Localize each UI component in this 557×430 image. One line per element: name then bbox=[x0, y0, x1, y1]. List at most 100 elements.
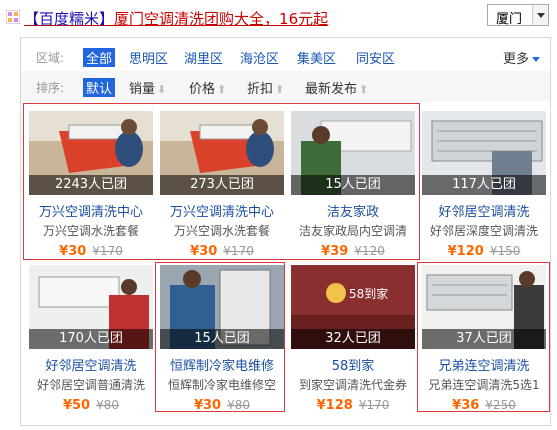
product-desc[interactable]: 好邻居空调普通清洗 bbox=[29, 376, 153, 393]
product-image[interactable]: 58到家 32人已团 bbox=[291, 265, 415, 349]
group-count: 117人已团 bbox=[422, 175, 546, 195]
product-card[interactable]: 15人已团 恒辉制冷家电维修 恒辉制冷家电维修空 ¥30 ¥80 bbox=[160, 265, 284, 415]
group-count: 15人已团 bbox=[160, 329, 284, 349]
sort-discount-label: 折扣 bbox=[247, 82, 274, 97]
price-block: ¥36 ¥250 bbox=[422, 398, 546, 413]
product-title[interactable]: 洁友家政 bbox=[291, 201, 415, 220]
original-price: ¥80 bbox=[227, 398, 251, 412]
product-desc[interactable]: 万兴空调水洗套餐 bbox=[160, 222, 284, 239]
arrow-up-icon: ⬆ bbox=[359, 83, 369, 96]
grid-icon bbox=[6, 10, 20, 24]
group-count: 32人已团 bbox=[291, 329, 415, 349]
price-block: ¥30 ¥80 bbox=[160, 398, 284, 413]
price: ¥120 bbox=[447, 244, 484, 259]
area-filter-huli[interactable]: 湖里区 bbox=[184, 48, 223, 67]
product-desc[interactable]: 洁友家政局内空调清 bbox=[291, 222, 415, 239]
arrow-up-icon: ⬆ bbox=[217, 83, 227, 96]
product-title[interactable]: 万兴空调清洗中心 bbox=[29, 201, 153, 220]
product-image[interactable]: 37人已团 bbox=[422, 265, 546, 349]
chevron-down-icon[interactable] bbox=[532, 5, 548, 25]
sort-newest-label: 最新发布 bbox=[305, 82, 358, 97]
product-title[interactable]: 好邻居空调清洗 bbox=[422, 201, 546, 220]
area-filter-jimei[interactable]: 集美区 bbox=[297, 48, 336, 67]
sort-newest[interactable]: 最新发布 ⬆ bbox=[305, 78, 368, 97]
arrow-up-icon: ⬆ bbox=[275, 83, 285, 96]
area-filter-all[interactable]: 全部 bbox=[83, 48, 116, 67]
shop-logo-text: 58到家 bbox=[349, 286, 388, 301]
sort-discount[interactable]: 折扣 ⬆ bbox=[247, 78, 284, 97]
price: ¥36 bbox=[452, 398, 480, 413]
city-select[interactable]: 厦门 bbox=[487, 4, 549, 27]
product-card[interactable]: 15人已团 洁友家政 洁友家政局内空调清 ¥39 ¥120 bbox=[291, 111, 415, 261]
product-image[interactable]: 15人已团 bbox=[291, 111, 415, 195]
arrow-down-icon: ⬇ bbox=[157, 83, 167, 96]
product-desc[interactable]: 万兴空调水洗套餐 bbox=[29, 222, 153, 239]
price: ¥128 bbox=[316, 398, 353, 413]
original-price: ¥150 bbox=[489, 244, 521, 258]
product-image[interactable]: 117人已团 bbox=[422, 111, 546, 195]
sort-filter-row: 排序: 默认 销量 ⬇ 价格 ⬆ 折扣 ⬆ 最新发布 ⬆ bbox=[21, 71, 550, 101]
original-price: ¥170 bbox=[92, 244, 123, 258]
bracket-close: 】 bbox=[99, 10, 115, 28]
product-card[interactable]: 58到家 32人已团 58到家 到家空调清洗代金券 ¥128 ¥170 bbox=[291, 265, 415, 415]
ad-title-text: 厦门空调清洗团购大全，16元起 bbox=[114, 10, 329, 28]
area-filter-tongan[interactable]: 同安区 bbox=[356, 48, 395, 67]
price-block: ¥30 ¥170 bbox=[160, 244, 284, 259]
original-price: ¥170 bbox=[358, 398, 390, 412]
area-filter-haicang[interactable]: 海沧区 bbox=[240, 48, 279, 67]
product-title[interactable]: 好邻居空调清洗 bbox=[29, 355, 153, 374]
price: ¥30 bbox=[190, 244, 218, 259]
area-filter-row: 区域: 全部 思明区 湖里区 海沧区 集美区 同安区 更多 bbox=[21, 41, 550, 71]
product-image[interactable]: 15人已团 bbox=[160, 265, 284, 349]
product-title[interactable]: 58到家 bbox=[291, 355, 415, 374]
price-block: ¥30 ¥170 bbox=[29, 244, 153, 259]
price-block: ¥39 ¥120 bbox=[291, 244, 415, 259]
more-areas-button[interactable]: 更多 bbox=[503, 48, 540, 67]
product-title[interactable]: 万兴空调清洗中心 bbox=[160, 201, 284, 220]
area-filter-label: 区域: bbox=[36, 51, 65, 65]
product-card[interactable]: 117人已团 好邻居空调清洗 好邻居深度空调清洗 ¥120 ¥150 bbox=[422, 111, 546, 261]
group-count: 170人已团 bbox=[29, 329, 153, 349]
group-count: 37人已团 bbox=[422, 329, 546, 349]
chevron-down-icon bbox=[532, 57, 540, 62]
original-price: ¥250 bbox=[485, 398, 516, 412]
more-label: 更多 bbox=[502, 52, 529, 67]
product-image[interactable]: 273人已团 bbox=[160, 111, 284, 195]
price-block: ¥50 ¥80 bbox=[29, 398, 153, 413]
sort-default[interactable]: 默认 bbox=[83, 78, 116, 97]
product-card[interactable]: 170人已团 好邻居空调清洗 好邻居空调普通清洗 ¥50 ¥80 bbox=[29, 265, 153, 415]
group-count: 15人已团 bbox=[291, 175, 415, 195]
price: ¥50 bbox=[62, 398, 91, 413]
original-price: ¥170 bbox=[223, 244, 254, 258]
sort-sales-label: 销量 bbox=[129, 82, 156, 97]
product-image[interactable]: 2243人已团 bbox=[29, 111, 153, 195]
price: ¥39 bbox=[321, 244, 349, 259]
sort-price[interactable]: 价格 ⬆ bbox=[189, 78, 226, 97]
group-count: 2243人已团 bbox=[29, 175, 153, 195]
product-title[interactable]: 恒辉制冷家电维修 bbox=[160, 355, 284, 374]
product-card[interactable]: 273人已团 万兴空调清洗中心 万兴空调水洗套餐 ¥30 ¥170 bbox=[160, 111, 284, 261]
price: ¥30 bbox=[59, 244, 87, 259]
sort-filter-label: 排序: bbox=[36, 81, 65, 95]
ad-title-link[interactable]: 【百度糯米】厦门空调清洗团购大全，16元起 bbox=[24, 8, 328, 29]
price-block: ¥128 ¥170 bbox=[291, 398, 415, 413]
product-desc[interactable]: 恒辉制冷家电维修空 bbox=[160, 376, 284, 393]
product-card[interactable]: 2243人已团 万兴空调清洗中心 万兴空调水洗套餐 ¥30 ¥170 bbox=[29, 111, 153, 261]
brand-name: 百度糯米 bbox=[39, 10, 100, 28]
area-filter-siming[interactable]: 思明区 bbox=[129, 48, 168, 67]
group-count: 273人已团 bbox=[160, 175, 284, 195]
original-price: ¥120 bbox=[354, 244, 385, 258]
city-selected-value: 厦门 bbox=[496, 12, 523, 27]
product-image[interactable]: 170人已团 bbox=[29, 265, 153, 349]
price-block: ¥120 ¥150 bbox=[422, 244, 546, 259]
product-desc[interactable]: 到家空调清洗代金券 bbox=[291, 376, 415, 393]
product-title[interactable]: 兄弟连空调清洗 bbox=[422, 355, 546, 374]
product-desc[interactable]: 好邻居深度空调清洗 bbox=[422, 222, 546, 239]
price: ¥30 bbox=[193, 398, 222, 413]
original-price: ¥80 bbox=[96, 398, 120, 412]
product-card[interactable]: 37人已团 兄弟连空调清洗 兄弟连空调清洗5选1 ¥36 ¥250 bbox=[422, 265, 546, 415]
bracket-open: 【 bbox=[24, 10, 40, 28]
ad-header: 【百度糯米】厦门空调清洗团购大全，16元起 厦门 bbox=[0, 0, 557, 36]
sort-sales[interactable]: 销量 ⬇ bbox=[129, 78, 166, 97]
product-desc[interactable]: 兄弟连空调清洗5选1 bbox=[422, 376, 546, 393]
